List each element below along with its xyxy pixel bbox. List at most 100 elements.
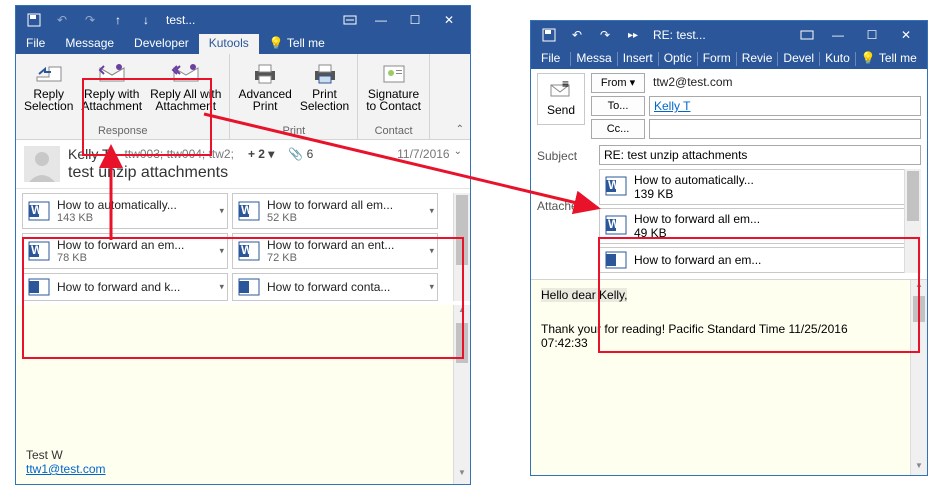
save-icon[interactable] — [535, 23, 563, 47]
ribbon-collapse-icon[interactable]: ⌃ — [456, 124, 464, 135]
attachment-scrollbar[interactable] — [453, 193, 470, 301]
svg-text:W: W — [241, 203, 253, 217]
avatar — [24, 146, 60, 182]
chevron-down-icon[interactable]: ▾ — [219, 246, 224, 257]
tab-tellme[interactable]: 💡 Tell me — [856, 49, 922, 69]
reply-with-attachment-button[interactable]: Reply with Attachment — [77, 58, 146, 114]
close-button[interactable]: ✕ — [889, 22, 923, 48]
attachment-scrollbar[interactable] — [904, 169, 921, 273]
tab-kutools[interactable]: Kuto — [820, 49, 855, 69]
word-icon: W — [27, 199, 51, 223]
print-selection-button[interactable]: Print Selection — [296, 58, 353, 114]
attached-row: Attached WHow to automatically...139 KB▾… — [531, 167, 927, 275]
send-icon: ≡ — [550, 82, 572, 101]
save-icon[interactable] — [20, 8, 48, 32]
tab-tellme[interactable]: 💡 Tell me — [259, 34, 335, 54]
up-icon[interactable]: ↑ — [104, 8, 132, 32]
printer-sel-icon — [309, 60, 341, 88]
attachment-item[interactable]: WHow to forward an em...78 KB▾ — [22, 233, 228, 269]
word-icon: W — [604, 213, 628, 240]
ribbon: Reply Selection Reply with Attachment Re… — [16, 54, 470, 140]
tab-file[interactable]: File — [16, 34, 55, 54]
tab-message[interactable]: Messa — [571, 49, 616, 69]
scroll-up-icon[interactable]: ▲ — [454, 305, 470, 321]
chevron-down-icon[interactable]: ▾ — [219, 206, 224, 217]
attachment-item[interactable]: WHow to forward all em...52 KB▾ — [232, 193, 438, 229]
word-icon — [27, 278, 51, 296]
close-button[interactable]: ✕ — [432, 7, 466, 33]
tab-developer[interactable]: Developer — [124, 34, 199, 54]
svg-text:W: W — [241, 243, 253, 257]
attachment-item[interactable]: How to forward and k...▾ — [22, 273, 228, 301]
reply-selection-button[interactable]: Reply Selection — [20, 58, 77, 114]
undo-icon[interactable]: ↶ — [563, 23, 591, 47]
subject-field[interactable]: RE: test unzip attachments — [599, 145, 921, 165]
signature-email[interactable]: ttw1@test.com — [26, 462, 106, 476]
contact-icon — [378, 60, 410, 88]
ribbon-toggle-icon[interactable] — [336, 8, 364, 32]
window-title: test... — [166, 13, 336, 27]
to-field[interactable]: Kelly T — [649, 96, 921, 116]
down-icon[interactable]: ↓ — [132, 8, 160, 32]
body-scrollbar[interactable]: ▲ ▼ — [910, 280, 927, 475]
attachments-area: WHow to automatically...143 KB▾ WHow to … — [16, 189, 470, 305]
more-recipients[interactable]: + 2 ▾ — [248, 147, 274, 161]
attachment-item[interactable]: How to forward conta...▾ — [232, 273, 438, 301]
to-button[interactable]: To... — [591, 96, 645, 116]
source-message-window: ↶ ↷ ↑ ↓ test... ― ☐ ✕ File Message Devel… — [15, 5, 471, 485]
minimize-button[interactable]: ― — [364, 7, 398, 33]
body-greeting: Hello dear Kelly, — [541, 288, 627, 302]
subject-label: Subject — [537, 145, 593, 163]
chevron-down-icon[interactable]: ▾ — [219, 282, 224, 293]
ribbon-group-print: Advanced Print Print Selection Print — [230, 54, 358, 139]
attachment-item[interactable]: How to forward an em...▾ — [599, 247, 921, 273]
tab-options[interactable]: Optic — [659, 49, 697, 69]
ribbon-toggle-icon[interactable] — [793, 23, 821, 47]
tab-file[interactable]: File — [531, 49, 570, 69]
redo-icon[interactable]: ↷ — [591, 23, 619, 47]
cc-field[interactable] — [649, 119, 921, 139]
undo-icon[interactable]: ↶ — [48, 8, 76, 32]
tab-message[interactable]: Message — [55, 34, 124, 54]
attachment-item[interactable]: WHow to automatically...143 KB▾ — [22, 193, 228, 229]
scroll-down-icon[interactable]: ▼ — [454, 468, 470, 484]
advanced-print-button[interactable]: Advanced Print — [234, 58, 295, 114]
maximize-button[interactable]: ☐ — [398, 7, 432, 33]
chevron-down-icon[interactable]: ▾ — [429, 282, 434, 293]
body-scrollbar[interactable]: ▲ ▼ — [453, 305, 470, 484]
chevron-down-icon[interactable]: ▾ — [429, 246, 434, 257]
attachment-item[interactable]: WHow to forward all em...49 KB▾ — [599, 208, 921, 244]
tab-review[interactable]: Revie — [737, 49, 778, 69]
from-value: ttw2@test.com — [649, 73, 921, 93]
tab-developer[interactable]: Devel — [778, 49, 819, 69]
word-icon: W — [604, 174, 628, 201]
scroll-up-icon[interactable]: ▲ — [911, 280, 927, 294]
attachment-count: 📎 6 — [288, 147, 313, 161]
svg-text:W: W — [31, 203, 43, 217]
reply-all-with-attachment-button[interactable]: Reply All with Attachment — [146, 58, 225, 114]
more-icon[interactable]: ▸▸ — [619, 23, 647, 47]
redo-icon[interactable]: ↷ — [76, 8, 104, 32]
compose-body[interactable]: Hello dear Kelly, Thank your for reading… — [531, 279, 927, 475]
minimize-button[interactable]: ― — [821, 22, 855, 48]
attachment-item[interactable]: WHow to automatically...139 KB▾ — [599, 169, 921, 205]
cc-button[interactable]: Cc... — [591, 119, 645, 139]
message-date: 11/7/2016 — [397, 147, 450, 161]
scroll-down-icon[interactable]: ▼ — [911, 461, 927, 475]
tab-kutools[interactable]: Kutools — [199, 34, 259, 54]
tab-format[interactable]: Form — [698, 49, 736, 69]
tab-insert[interactable]: Insert — [618, 49, 658, 69]
word-icon: W — [27, 239, 51, 263]
window-title: RE: test... — [653, 28, 793, 42]
attachment-item[interactable]: WHow to forward an ent...72 KB▾ — [232, 233, 438, 269]
word-icon: W — [237, 199, 261, 223]
maximize-button[interactable]: ☐ — [855, 22, 889, 48]
ribbon-tabs: File Messa Insert Optic Form Revie Devel… — [531, 49, 927, 69]
chevron-down-icon[interactable]: ▾ — [429, 206, 434, 217]
from-button[interactable]: From ▾ — [591, 73, 645, 93]
signature-to-contact-button[interactable]: Signature to Contact — [362, 58, 425, 114]
body-time: 07:42:33 — [541, 336, 917, 350]
header-chevron-icon[interactable]: ⌄ — [450, 146, 462, 157]
compose-reply-window: ↶ ↷ ▸▸ RE: test... ― ☐ ✕ File Messa Inse… — [530, 20, 928, 476]
send-button[interactable]: ≡ Send — [537, 73, 585, 125]
